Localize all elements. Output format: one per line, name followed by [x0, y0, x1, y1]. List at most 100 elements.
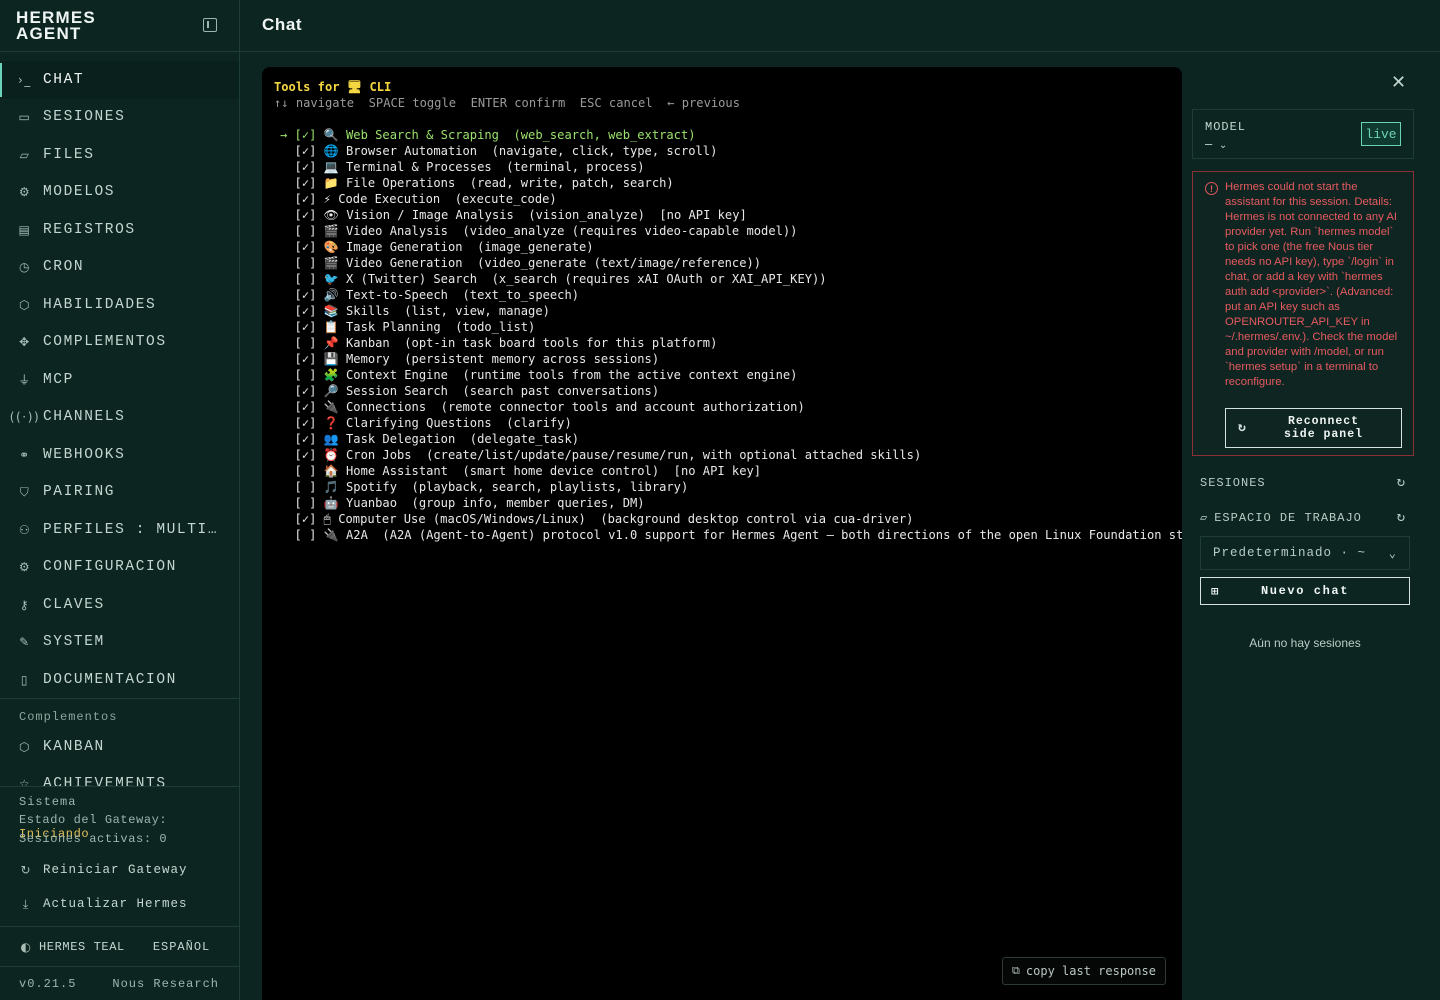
sidebar-item-sesiones[interactable]: ▭ SESIONES	[0, 99, 239, 137]
tool-toggle-row[interactable]: [ ] 🔌 A2A (A2A (Agent-to-Agent) protocol…	[280, 527, 1182, 543]
main-nav: ›_ CHAT ▭ SESIONES ▱ FILES ⚙ MODELOS ▤ REGISTROS ◷…	[0, 61, 239, 699]
tool-toggle-row[interactable]: [✓] ❓ Clarifying Questions (clarify)	[280, 415, 572, 431]
radio-icon: ((·))	[9, 410, 41, 425]
sidebar-item-label: CONFIGURACIÓN	[43, 559, 177, 576]
sidebar-item-label: CRON	[43, 259, 85, 276]
tool-toggle-row[interactable]: [ ] 🧩 Context Engine (runtime tools from…	[280, 367, 798, 383]
tool-toggle-row[interactable]: [✓] ⏰ Cron Jobs (create/list/update/paus…	[280, 447, 922, 463]
reconnect-side-panel-button[interactable]: ↻ Reconnect side panel	[1225, 408, 1402, 448]
copy-last-response-button[interactable]: ⧉ copy last response	[1002, 957, 1166, 985]
tool-toggle-row[interactable]: [ ] 📌 Kanban (opt-in task board tools fo…	[280, 335, 718, 351]
sidebar-item-chat[interactable]: ›_ CHAT	[0, 61, 239, 99]
tool-toggle-row[interactable]: → [✓] 🔍 Web Search & Scraping (web_searc…	[280, 127, 696, 143]
language-selector[interactable]: ESPAÑOL	[153, 940, 210, 954]
sidebar-item-documentación[interactable]: ▯ DOCUMENTACIÓN	[0, 661, 239, 699]
tool-toggle-row[interactable]: [✓] 🔎 Session Search (search past conver…	[280, 383, 660, 399]
tool-toggle-row[interactable]: [ ] 🎬 Video Analysis (video_analyze (req…	[280, 223, 798, 239]
star-icon: ☆	[18, 777, 32, 786]
sidebar-item-label: SYSTEM	[43, 634, 105, 651]
tool-toggle-row[interactable]: [✓] 🖱 Computer Use (macOS/Windows/Linux)…	[280, 511, 914, 527]
model-selector[interactable]: MODEL – ⌄ live	[1192, 109, 1414, 159]
model-value-text: –	[1205, 136, 1213, 151]
tool-toggle-row[interactable]: [✓] ⚡ Code Execution (execute_code)	[280, 191, 557, 207]
workspace-label: ESPACIO DE TRABAJO	[1214, 510, 1362, 525]
tool-toggle-row[interactable]: [✓] 🌐 Browser Automation (navigate, clic…	[280, 143, 718, 159]
sidebar-item-complementos[interactable]: ✥ COMPLEMENTOS	[0, 324, 239, 362]
sidebar-item-configuración[interactable]: ⚙ CONFIGURACIÓN	[0, 549, 239, 587]
tool-toggle-row[interactable]: [ ] 🎵 Spotify (playback, search, playlis…	[280, 479, 689, 495]
tool-toggle-row[interactable]: [✓] 📚 Skills (list, view, manage)	[280, 303, 550, 319]
terminal-hint: ↑↓ navigate SPACE toggle ENTER confirm E…	[274, 96, 740, 110]
divider	[0, 698, 239, 699]
sidebar: HERMES AGENT ›_ CHAT ▭ SESIONES ▱ FILES ⚙ MODEL…	[0, 0, 240, 1000]
sidebar-footer-version: v0.21.5 Nous Research	[0, 966, 239, 1000]
sidebar-item-registros[interactable]: ▤ REGISTROS	[0, 211, 239, 249]
new-chat-button[interactable]: ⊞ Nuevo chat	[1200, 577, 1410, 605]
palette-icon: ◐	[20, 939, 32, 954]
tool-toggle-row[interactable]: [✓] 🎨 Image Generation (image_generate)	[280, 239, 594, 255]
plugins-list: ⬡ KANBAN ☆ ACHIEVEMENTS	[0, 728, 239, 786]
tool-toggle-row[interactable]: [✓] 👥 Task Delegation (delegate_task)	[280, 431, 579, 447]
tool-toggle-row[interactable]: [✓] 📁 File Operations (read, write, patc…	[280, 175, 674, 191]
update-hermes-button[interactable]: ⤓ Actualizar Hermes	[19, 897, 188, 912]
tool-toggle-row[interactable]: [✓] 🔊 Text-to-Speech (text_to_speech)	[280, 287, 579, 303]
alert-circle-icon: !	[1205, 182, 1218, 195]
sidebar-item-claves[interactable]: ⚷ CLAVES	[0, 586, 239, 624]
copy-last-response-label: copy last response	[1025, 964, 1156, 978]
tool-toggle-row[interactable]: [ ] 🐦 X (Twitter) Search (x_search (requ…	[280, 271, 827, 287]
tool-toggle-row[interactable]: [✓] 🔌 Connections (remote connector tool…	[280, 399, 805, 415]
sidebar-item-pairing[interactable]: ⛉ PAIRING	[0, 474, 239, 512]
theme-selector[interactable]: HERMES TEAL	[39, 940, 125, 954]
plugin-item-kanban[interactable]: ⬡ KANBAN	[0, 728, 239, 766]
sidebar-item-channels[interactable]: ((·)) CHANNELS	[0, 399, 239, 437]
refresh-sessions-icon[interactable]: ↻	[1397, 474, 1406, 491]
tool-toggle-row[interactable]: [✓] 💻 Terminal & Processes (terminal, pr…	[280, 159, 645, 175]
refresh-workspace-icon[interactable]: ↻	[1397, 509, 1406, 526]
box-icon: ⬡	[18, 739, 32, 754]
update-hermes-label: Actualizar Hermes	[43, 897, 188, 911]
sidebar-item-cron[interactable]: ◷ CRON	[0, 249, 239, 287]
sidebar-footer-settings: ◐ HERMES TEAL ESPAÑOL	[0, 926, 239, 966]
sidebar-item-modelos[interactable]: ⚙ MODELOS	[0, 174, 239, 212]
message-icon: ▭	[18, 110, 32, 125]
terminal-icon: ›_	[18, 72, 32, 87]
workspace-select[interactable]: Predeterminado · ~ ⌄	[1200, 536, 1410, 570]
app-logo[interactable]: HERMES AGENT	[16, 9, 96, 42]
sidebar-item-files[interactable]: ▱ FILES	[0, 136, 239, 174]
collapse-sidebar-icon[interactable]	[203, 18, 217, 32]
close-icon[interactable]: ✕	[1391, 72, 1406, 93]
tool-toggle-row[interactable]: [✓] 📋 Task Planning (todo_list)	[280, 319, 536, 335]
page-header: Chat	[240, 0, 1440, 52]
plug-icon: ⏚	[18, 373, 32, 388]
users-icon: ⚇	[18, 522, 32, 537]
sidebar-item-perfiles-multi-agente[interactable]: ⚇ PERFILES : MULTI AGENTE	[0, 511, 239, 549]
sidebar-item-label: PERFILES : MULTI AGENTE	[43, 521, 223, 538]
org-link[interactable]: Nous Research	[112, 977, 219, 991]
sidebar-item-mcp[interactable]: ⏚ MCP	[0, 361, 239, 399]
terminal-panel[interactable]: Tools for 🖥 CLI ↑↓ navigate SPACE toggle…	[262, 67, 1182, 1000]
sidebar-item-habilidades[interactable]: ⬡ HABILIDADES	[0, 286, 239, 324]
restart-gateway-button[interactable]: ↻ Reiniciar Gateway	[19, 863, 188, 877]
sidebar-item-system[interactable]: ✎ SYSTEM	[0, 624, 239, 662]
file-text-icon: ▤	[18, 222, 32, 237]
puzzle-icon: ✥	[19, 335, 31, 350]
chevron-down-icon: ⌄	[1218, 140, 1228, 151]
webhook-icon: ⚭	[19, 447, 31, 462]
tool-toggle-row[interactable]: [ ] 🤖 Yuanbao (group info, member querie…	[280, 495, 645, 511]
plugin-item-achievements[interactable]: ☆ ACHIEVEMENTS	[0, 766, 239, 786]
sidebar-item-label: CHANNELS	[43, 409, 126, 426]
tool-toggle-row[interactable]: [✓] 👁 Vision / Image Analysis (vision_an…	[280, 207, 747, 223]
sidebar-item-webhooks[interactable]: ⚭ WEBHOOKS	[0, 436, 239, 474]
sidebar-item-label: REGISTROS	[43, 221, 136, 238]
reconnect-label: Reconnect side panel	[1283, 415, 1363, 441]
sessions-label: SESIONES	[1200, 475, 1266, 490]
plugin-item-label: ACHIEVEMENTS	[43, 776, 167, 786]
tool-toggle-row[interactable]: [✓] 💾 Memory (persistent memory across s…	[280, 351, 660, 367]
brand-header: HERMES AGENT	[0, 0, 239, 52]
model-value[interactable]: – ⌄	[1205, 136, 1227, 151]
live-badge[interactable]: live	[1361, 122, 1401, 146]
tool-toggle-row[interactable]: [ ] 🎬 Video Generation (video_generate (…	[280, 255, 762, 271]
chevron-down-icon: ⌄	[1388, 546, 1397, 561]
tool-toggle-row[interactable]: [ ] 🏠 Home Assistant (smart home device …	[280, 463, 762, 479]
error-alert: ! Hermes could not start the assistant f…	[1192, 171, 1414, 456]
